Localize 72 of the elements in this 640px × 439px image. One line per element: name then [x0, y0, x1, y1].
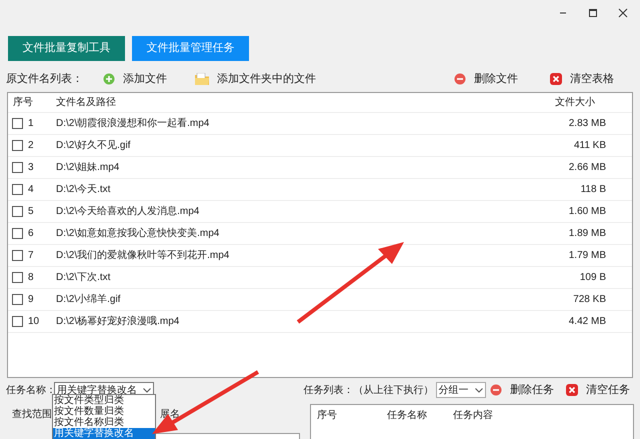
- column-header: 序号: [316, 408, 338, 422]
- checkbox[interactable]: [12, 184, 23, 195]
- table-cell-text: 1.89 MB: [568, 227, 607, 241]
- column-header: 任务内容: [452, 408, 494, 422]
- table-cell-text: D:\2\朝霞很浪漫想和你一起看.mp4: [55, 116, 210, 131]
- checkbox[interactable]: [12, 316, 23, 327]
- close-icon: [566, 384, 578, 396]
- table-cell-text: 9: [28, 293, 34, 307]
- folder-icon: [195, 73, 209, 85]
- column-header: 任务名称: [386, 408, 428, 422]
- task-list-label: 任务列表：（从上往下执行）: [304, 384, 434, 398]
- table-cell-text: 411 KB: [572, 139, 607, 153]
- column-header: 文件大小: [554, 96, 596, 110]
- table-cell-text: 2: [28, 139, 34, 153]
- toolbar-button[interactable]: 清空任务: [562, 382, 634, 398]
- checkbox[interactable]: [12, 162, 23, 173]
- table-cell-text: D:\2\下次.txt: [55, 271, 112, 285]
- table-cell-text: D:\2\如意如意按我心意快快变美.mp4: [55, 226, 220, 241]
- table-cell-text: D:\2\杨幂好宠好浪漫哦.mp4: [55, 314, 180, 329]
- column-header: 序号: [12, 96, 34, 110]
- table-cell-text: 109 B: [578, 271, 607, 285]
- maximize-icon[interactable]: [588, 8, 598, 18]
- plus-circle-icon: [103, 73, 115, 85]
- chevron-down-icon: [475, 388, 483, 392]
- table-cell-text: D:\2\小绵羊.gif: [55, 292, 122, 307]
- table-cell-text: 1.79 MB: [568, 249, 607, 263]
- table-cell-text: 118 B: [580, 183, 607, 197]
- checkbox[interactable]: [12, 272, 23, 283]
- table-cell-text: 2.83 MB: [568, 117, 607, 131]
- checkbox[interactable]: [12, 250, 23, 261]
- checkbox[interactable]: [12, 228, 23, 239]
- table-cell-text: 728 KB: [572, 293, 607, 307]
- toolbar-button[interactable]: 添加文件: [99, 70, 171, 88]
- table-cell-text: D:\2\好久不见.gif: [55, 139, 132, 153]
- table-cell-text: D:\2\今天给喜欢的人发消息.mp4: [55, 204, 200, 219]
- checkbox[interactable]: [12, 118, 23, 129]
- table-cell-text: 1: [28, 117, 34, 131]
- checkbox[interactable]: [12, 294, 23, 305]
- table-cell-text: 4: [28, 183, 34, 197]
- dropdown-option[interactable]: 用关键字替换改名: [53, 428, 155, 439]
- dropdown-option[interactable]: 按文件类型归类: [53, 395, 155, 406]
- table-cell-text: D:\2\我们的爱就像秋叶等不到花开.mp4: [55, 248, 230, 263]
- table-cell-text: 6: [28, 227, 34, 241]
- dropdown-option[interactable]: 按文件数量归类: [53, 406, 155, 417]
- table-cell-text: 7: [28, 249, 34, 263]
- table-cell-text: 2.66 MB: [568, 161, 607, 175]
- column-header: 文件名及路径: [55, 96, 117, 110]
- table-cell-text: 10: [28, 315, 40, 329]
- table-cell-text: 1.60 MB: [568, 205, 607, 219]
- task-name-label: 任务名称：: [6, 384, 52, 396]
- dropdown-option[interactable]: 按文件名称归类: [53, 417, 155, 428]
- table-cell-text: 5: [28, 205, 34, 219]
- search-scope-label: 查找范围: [12, 410, 52, 420]
- checkbox[interactable]: [12, 140, 23, 151]
- close-icon[interactable]: [618, 8, 628, 18]
- checkbox[interactable]: [12, 206, 23, 217]
- table-cell-text: 3: [28, 161, 34, 175]
- minus-circle-icon: [490, 384, 502, 396]
- chevron-down-icon: [142, 388, 151, 392]
- table-cell-text: 4.42 MB: [568, 315, 607, 329]
- table-cell-text: D:\2\姐妹.mp4: [55, 161, 120, 175]
- close-icon: [550, 73, 562, 85]
- toolbar-button[interactable]: 删除任务: [486, 382, 558, 398]
- file-list-label: 原文件名列表：: [6, 72, 83, 87]
- table-cell-text: 8: [28, 271, 34, 285]
- toolbar-button[interactable]: 清空表格: [546, 70, 618, 88]
- group-select[interactable]: 分组一: [436, 382, 486, 398]
- toolbar-button[interactable]: 添加文件夹中的文件: [191, 70, 320, 88]
- minus-circle-icon: [454, 73, 466, 85]
- table-cell-text: D:\2\今天.txt: [55, 183, 112, 197]
- toolbar-button[interactable]: 删除文件: [450, 70, 522, 88]
- tab[interactable]: 文件批量复制工具: [8, 36, 125, 61]
